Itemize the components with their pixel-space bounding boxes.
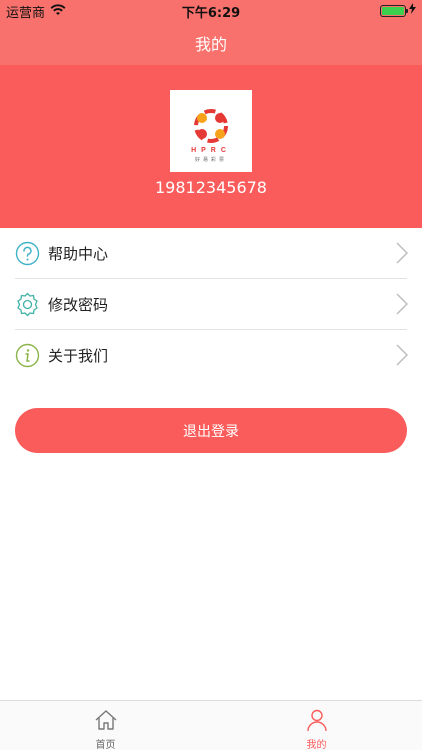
chevron-right-icon bbox=[396, 242, 408, 264]
help-icon bbox=[15, 241, 40, 266]
profile-header: HPRC 好易彩票 19812345678 bbox=[0, 65, 422, 228]
logout-button[interactable]: 退出登录 bbox=[15, 408, 407, 453]
menu-item-help[interactable]: 帮助中心 bbox=[0, 228, 422, 279]
menu-item-label: 帮助中心 bbox=[48, 245, 109, 263]
user-icon bbox=[307, 709, 327, 732]
menu-item-label: 修改密码 bbox=[48, 296, 109, 314]
tab-bar: 首页 我的 bbox=[0, 700, 422, 750]
chevron-right-icon bbox=[396, 293, 408, 315]
svg-text:好易彩票: 好易彩票 bbox=[195, 156, 227, 163]
battery-icon bbox=[380, 4, 408, 17]
info-icon bbox=[15, 343, 40, 368]
chevron-right-icon bbox=[396, 344, 408, 366]
tab-label: 我的 bbox=[306, 740, 327, 750]
avatar[interactable]: HPRC 好易彩票 bbox=[170, 90, 252, 172]
nav-bar: 我的 bbox=[0, 20, 422, 65]
charging-icon bbox=[409, 3, 416, 18]
home-icon bbox=[95, 710, 117, 730]
svg-text:HPRC: HPRC bbox=[191, 147, 231, 154]
status-bar: 运营商 下午6:29 bbox=[0, 0, 422, 21]
tab-home[interactable]: 首页 bbox=[0, 701, 211, 750]
menu-item-label: 关于我们 bbox=[48, 347, 109, 365]
settings-gear-icon bbox=[17, 292, 38, 317]
menu-item-about[interactable]: 关于我们 bbox=[0, 330, 422, 381]
brand-logo-icon: HPRC 好易彩票 bbox=[191, 109, 231, 163]
menu-item-change-password[interactable]: 修改密码 bbox=[0, 279, 422, 330]
tab-mine[interactable]: 我的 bbox=[211, 701, 422, 750]
page-title: 我的 bbox=[194, 34, 227, 54]
status-right bbox=[380, 3, 416, 18]
status-time: 下午6:29 bbox=[181, 6, 241, 21]
menu-list: 帮助中心 修改密码 关于我们 bbox=[0, 228, 422, 381]
tab-label: 首页 bbox=[95, 740, 116, 750]
phone-number: 19812345678 bbox=[155, 178, 267, 197]
